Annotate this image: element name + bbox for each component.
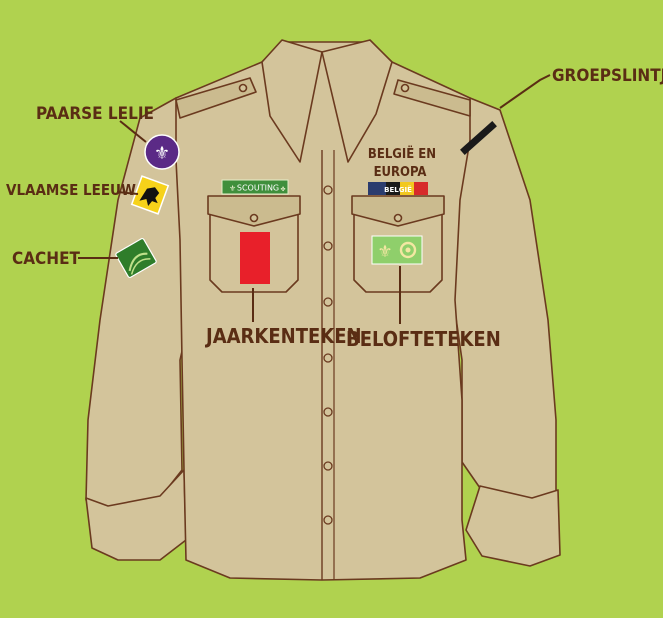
scout-shirt-diagram: ⚜ ⚜ SCOUTING ✤ BELGIË ⚜ PAARSE LELIE VLA…	[6, 39, 663, 581]
jaarkenteken-badge	[240, 232, 270, 284]
scouting-strip-text: SCOUTING	[237, 184, 279, 193]
scouting-lily-icon: ⚜	[229, 184, 236, 193]
paarse-lelie-badge: ⚜	[144, 134, 180, 170]
scouting-strip: ⚜ SCOUTING ✤	[221, 179, 289, 195]
label-groepslintje: GROEPSLINTJE	[552, 66, 663, 86]
right-cuff	[465, 485, 561, 567]
belofteteken-badge: ⚜	[371, 235, 423, 265]
shirt-body	[175, 41, 471, 581]
label-cachet: CACHET	[12, 249, 81, 269]
label-jaarkenteken: JAARKENTEKEN	[205, 324, 362, 348]
belgie-europa-strip: BELGIË	[368, 182, 428, 195]
label-paarse-lelie: PAARSE LELIE	[36, 104, 154, 124]
svg-text:✤: ✤	[280, 186, 285, 193]
label-vlaamse-leeuw: VLAAMSE LEEUW	[6, 181, 136, 199]
fleur-de-lis-icon: ⚜	[154, 143, 170, 164]
label-belgie-line1: BELGIË EN	[368, 146, 436, 162]
label-belofteteken: BELOFTETEKEN	[346, 327, 501, 351]
belgie-strip-text: BELGIË	[384, 185, 412, 194]
shirt	[85, 39, 561, 581]
lily-icon: ⚜	[377, 242, 392, 262]
label-belgie-line2: EUROPA	[374, 165, 427, 180]
